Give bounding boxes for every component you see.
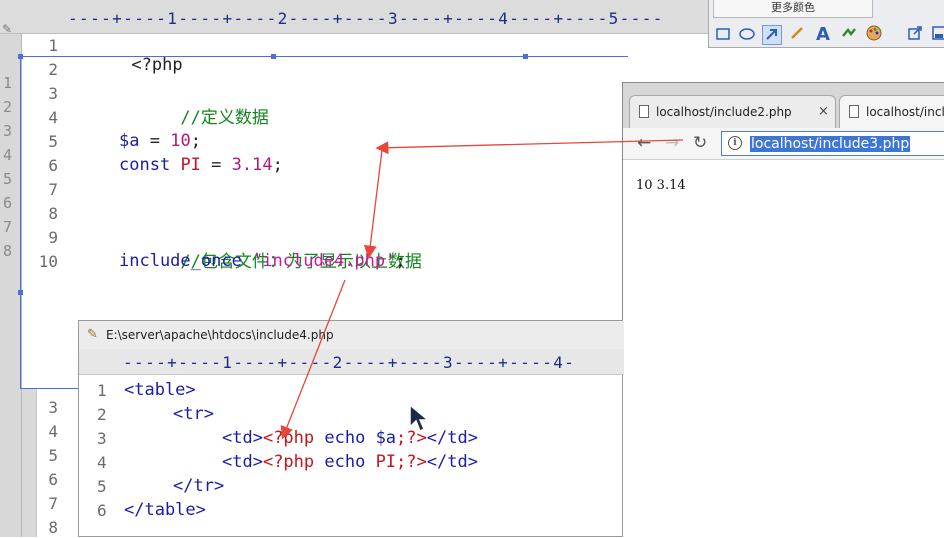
tab-strip: localhost/include2.php × localhost/incl	[623, 83, 944, 128]
line-number: 3	[97, 429, 107, 448]
code-line-6: </table>	[124, 500, 206, 520]
selection-handle[interactable]	[18, 290, 23, 295]
selection-handle[interactable]	[523, 54, 528, 59]
export-icon[interactable]	[905, 25, 925, 45]
variable-a: $a	[375, 428, 397, 448]
constant-pi: PI	[375, 452, 397, 472]
include4-editor-window: E:\server\apache\htdocs\include4.php ✎ -…	[78, 320, 624, 538]
table-close-tag: </table>	[124, 500, 206, 520]
line-number-gutter: 1 2 3 4 5 6	[79, 375, 119, 538]
php-close-tag: ;?>	[396, 452, 427, 472]
reload-icon[interactable]: ↻	[693, 133, 707, 153]
strip-line-number: 3	[3, 122, 13, 140]
back-arrow-icon[interactable]: ←	[637, 133, 651, 153]
line-number: 7	[48, 494, 58, 513]
ellipse-icon[interactable]	[737, 25, 757, 45]
document-icon	[639, 105, 649, 118]
line-number: 5	[97, 477, 107, 496]
strip-line-number: 8	[3, 242, 13, 260]
line-number: 6	[48, 470, 58, 489]
tr-close-tag: </tr>	[173, 476, 225, 496]
forward-arrow-icon[interactable]: →	[665, 133, 679, 153]
undo-icon[interactable]	[839, 25, 859, 45]
background-line-gutter: 3 4 5 6 7 8	[36, 389, 78, 537]
line-number: 8	[48, 518, 58, 537]
strip-line-number: 4	[3, 146, 13, 164]
td-close-tag: </td>	[426, 428, 478, 448]
background-window-strip: 1 2 3 4 5 6 7 8	[0, 34, 22, 537]
tab-close-icon[interactable]: ×	[818, 96, 829, 128]
address-bar[interactable]: i localhost/include3.php	[721, 131, 944, 156]
ruler-scale: ----+----1----+----2----+----3----+----4…	[68, 9, 664, 28]
tr-open-tag: <tr>	[173, 404, 214, 424]
strip-line-number: 6	[3, 194, 13, 212]
code-line-3: <td><?php echo $a;?></td>	[222, 428, 478, 448]
navigation-bar: ← → ↻ i localhost/include3.php	[623, 128, 944, 160]
line-number: 1	[97, 381, 107, 400]
ruler-scale: ----+----1----+----2----+----3----+----4…	[123, 353, 576, 372]
pencil-icon: ✎	[87, 327, 98, 342]
column-ruler: ----+----1----+----2----+----3----+----4…	[79, 349, 624, 375]
td-close-tag: </td>	[426, 452, 478, 472]
more-colors-button[interactable]: 更多颜色	[713, 0, 873, 18]
line-number: 4	[97, 453, 107, 472]
php-open-tag: <?php	[262, 428, 315, 448]
line-number: 6	[97, 501, 107, 520]
strip-line-number: 5	[3, 170, 13, 188]
td-open-tag: <td>	[222, 428, 263, 448]
tab-title: localhost/incl	[866, 105, 944, 119]
strip-line-number: 7	[3, 218, 13, 236]
save-icon[interactable]	[929, 25, 944, 45]
line-number: 2	[97, 405, 107, 424]
tab-title: localhost/include2.php	[656, 105, 792, 119]
code-line-4: <td><?php echo PI;?></td>	[222, 452, 478, 472]
line-number: 4	[48, 422, 58, 441]
strip-line-number: 1	[3, 74, 13, 92]
line-number: 3	[48, 398, 58, 417]
pencil-icon: ✎	[2, 22, 13, 36]
arrow-icon[interactable]	[762, 25, 782, 45]
page-output-text: 10 3.14	[636, 178, 686, 193]
selection-handle[interactable]	[18, 54, 23, 59]
palette-icon[interactable]	[864, 25, 884, 45]
php-open-tag: <?php	[262, 452, 315, 472]
echo-keyword: echo	[314, 452, 376, 472]
tab-include3[interactable]: localhost/incl	[839, 95, 944, 128]
echo-keyword: echo	[314, 428, 376, 448]
code-line-2: <tr>	[173, 404, 214, 424]
selection-handle[interactable]	[271, 54, 276, 59]
td-open-tag: <td>	[222, 452, 263, 472]
annotation-toolbar: 更多颜色 A	[708, 0, 944, 48]
browser-window: localhost/include2.php × localhost/incl …	[622, 82, 944, 537]
window-title: E:\server\apache\htdocs\include4.php	[79, 321, 624, 349]
line-number: 1	[48, 36, 58, 55]
strip-line-number: 2	[3, 98, 13, 116]
table-open-tag: <table>	[124, 380, 196, 400]
text-icon[interactable]: A	[813, 25, 833, 45]
code-line-5: </tr>	[173, 476, 224, 496]
rectangle-icon[interactable]	[713, 25, 733, 45]
column-ruler: ----+----1----+----2----+----3----+----4…	[0, 0, 712, 34]
url-text[interactable]: localhost/include3.php	[750, 136, 911, 152]
tab-include2[interactable]: localhost/include2.php ×	[629, 95, 836, 128]
line-number: 5	[48, 446, 58, 465]
info-icon[interactable]: i	[728, 136, 742, 150]
document-icon	[849, 105, 859, 118]
mouse-pointer-icon	[409, 403, 430, 433]
code-line-1: <table>	[124, 380, 196, 400]
brush-icon[interactable]	[787, 25, 807, 45]
